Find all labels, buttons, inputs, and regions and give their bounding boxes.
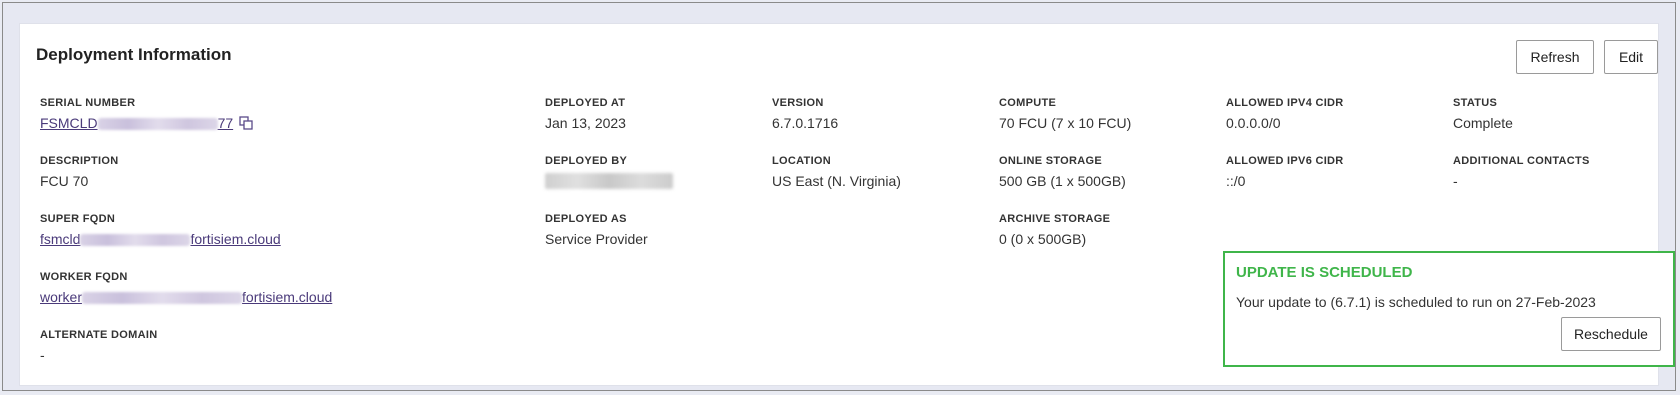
archive-storage-label: ARCHIVE STORAGE bbox=[999, 213, 1111, 225]
deployed-by-field: DEPLOYED BY bbox=[545, 155, 673, 189]
update-scheduled-box: UPDATE IS SCHEDULED Your update to (6.7.… bbox=[1223, 251, 1675, 367]
deployed-as-value: Service Provider bbox=[545, 231, 648, 247]
worker-fqdn-field: WORKER FQDN worker fortisiem.cloud bbox=[40, 271, 332, 305]
deployment-information-panel: Deployment Information Refresh Edit SERI… bbox=[19, 23, 1675, 386]
archive-storage-value: 0 (0 x 500GB) bbox=[999, 231, 1087, 247]
worker-fqdn-suffix: fortisiem.cloud bbox=[242, 289, 333, 305]
worker-fqdn-prefix: worker bbox=[40, 289, 83, 305]
deployed-as-field: DEPLOYED AS Service Provider bbox=[545, 213, 648, 247]
allowed-ipv6-value: ::/0 bbox=[1226, 173, 1246, 189]
additional-contacts-field: ADDITIONAL CONTACTS - bbox=[1453, 155, 1590, 189]
refresh-button[interactable]: Refresh bbox=[1516, 40, 1594, 74]
description-value: FCU 70 bbox=[40, 173, 89, 189]
redacted-worker-fqdn bbox=[82, 292, 243, 305]
update-title: UPDATE IS SCHEDULED bbox=[1236, 264, 1413, 281]
reschedule-button[interactable]: Reschedule bbox=[1561, 317, 1661, 351]
status-label: STATUS bbox=[1453, 97, 1498, 109]
description-field: DESCRIPTION FCU 70 bbox=[40, 155, 118, 189]
redacted-deployed-by bbox=[545, 173, 673, 189]
version-field: VERSION 6.7.0.1716 bbox=[772, 97, 838, 131]
deployed-by-label: DEPLOYED BY bbox=[545, 155, 628, 167]
allowed-ipv4-label: ALLOWED IPV4 CIDR bbox=[1226, 97, 1344, 109]
redacted-serial bbox=[97, 118, 218, 131]
compute-field: COMPUTE 70 FCU (7 x 10 FCU) bbox=[999, 97, 1131, 131]
deployed-at-label: DEPLOYED AT bbox=[545, 97, 626, 109]
deployed-as-label: DEPLOYED AS bbox=[545, 213, 627, 225]
serial-number-label: SERIAL NUMBER bbox=[40, 97, 136, 109]
redacted-super-fqdn bbox=[80, 234, 191, 247]
compute-value: 70 FCU (7 x 10 FCU) bbox=[999, 115, 1132, 131]
description-label: DESCRIPTION bbox=[40, 155, 119, 167]
deployed-at-field: DEPLOYED AT Jan 13, 2023 bbox=[545, 97, 626, 131]
super-fqdn-field: SUPER FQDN fsmcld fortisiem.cloud bbox=[40, 213, 281, 247]
version-value: 6.7.0.1716 bbox=[772, 115, 839, 131]
allowed-ipv6-field: ALLOWED IPV6 CIDR ::/0 bbox=[1226, 155, 1344, 189]
window-frame: Deployment Information Refresh Edit SERI… bbox=[2, 2, 1676, 391]
super-fqdn-suffix: fortisiem.cloud bbox=[190, 231, 281, 247]
online-storage-value: 500 GB (1 x 500GB) bbox=[999, 173, 1126, 189]
allowed-ipv4-value: 0.0.0.0/0 bbox=[1226, 115, 1281, 131]
online-storage-label: ONLINE STORAGE bbox=[999, 155, 1103, 167]
deployed-at-value: Jan 13, 2023 bbox=[545, 115, 626, 131]
status-value: Complete bbox=[1453, 115, 1513, 131]
worker-fqdn-label: WORKER FQDN bbox=[40, 271, 128, 283]
allowed-ipv4-field: ALLOWED IPV4 CIDR 0.0.0.0/0 bbox=[1226, 97, 1344, 131]
allowed-ipv6-label: ALLOWED IPV6 CIDR bbox=[1226, 155, 1344, 167]
super-fqdn-prefix: fsmcld bbox=[40, 231, 81, 247]
online-storage-field: ONLINE STORAGE 500 GB (1 x 500GB) bbox=[999, 155, 1126, 189]
serial-number-link[interactable]: FSMCLD 77 bbox=[40, 115, 233, 131]
update-message: Your update to (6.7.1) is scheduled to r… bbox=[1236, 294, 1596, 310]
additional-contacts-label: ADDITIONAL CONTACTS bbox=[1453, 155, 1590, 167]
serial-number-field: SERIAL NUMBER FSMCLD 77 bbox=[40, 97, 253, 131]
super-fqdn-link[interactable]: fsmcld fortisiem.cloud bbox=[40, 231, 281, 247]
edit-button[interactable]: Edit bbox=[1604, 40, 1658, 74]
status-field: STATUS Complete bbox=[1453, 97, 1513, 131]
location-field: LOCATION US East (N. Virginia) bbox=[772, 155, 901, 189]
location-label: LOCATION bbox=[772, 155, 832, 167]
copy-icon[interactable] bbox=[239, 116, 253, 130]
super-fqdn-label: SUPER FQDN bbox=[40, 213, 116, 225]
alternate-domain-value: - bbox=[40, 347, 45, 363]
alternate-domain-label: ALTERNATE DOMAIN bbox=[40, 329, 158, 341]
archive-storage-field: ARCHIVE STORAGE 0 (0 x 500GB) bbox=[999, 213, 1110, 247]
location-value: US East (N. Virginia) bbox=[772, 173, 901, 189]
serial-number-prefix: FSMCLD bbox=[40, 115, 98, 131]
worker-fqdn-link[interactable]: worker fortisiem.cloud bbox=[40, 289, 332, 305]
version-label: VERSION bbox=[772, 97, 824, 109]
alternate-domain-field: ALTERNATE DOMAIN - bbox=[40, 329, 157, 363]
additional-contacts-value: - bbox=[1453, 173, 1458, 189]
compute-label: COMPUTE bbox=[999, 97, 1057, 109]
panel-title: Deployment Information bbox=[36, 45, 232, 64]
serial-number-suffix: 77 bbox=[217, 115, 234, 131]
